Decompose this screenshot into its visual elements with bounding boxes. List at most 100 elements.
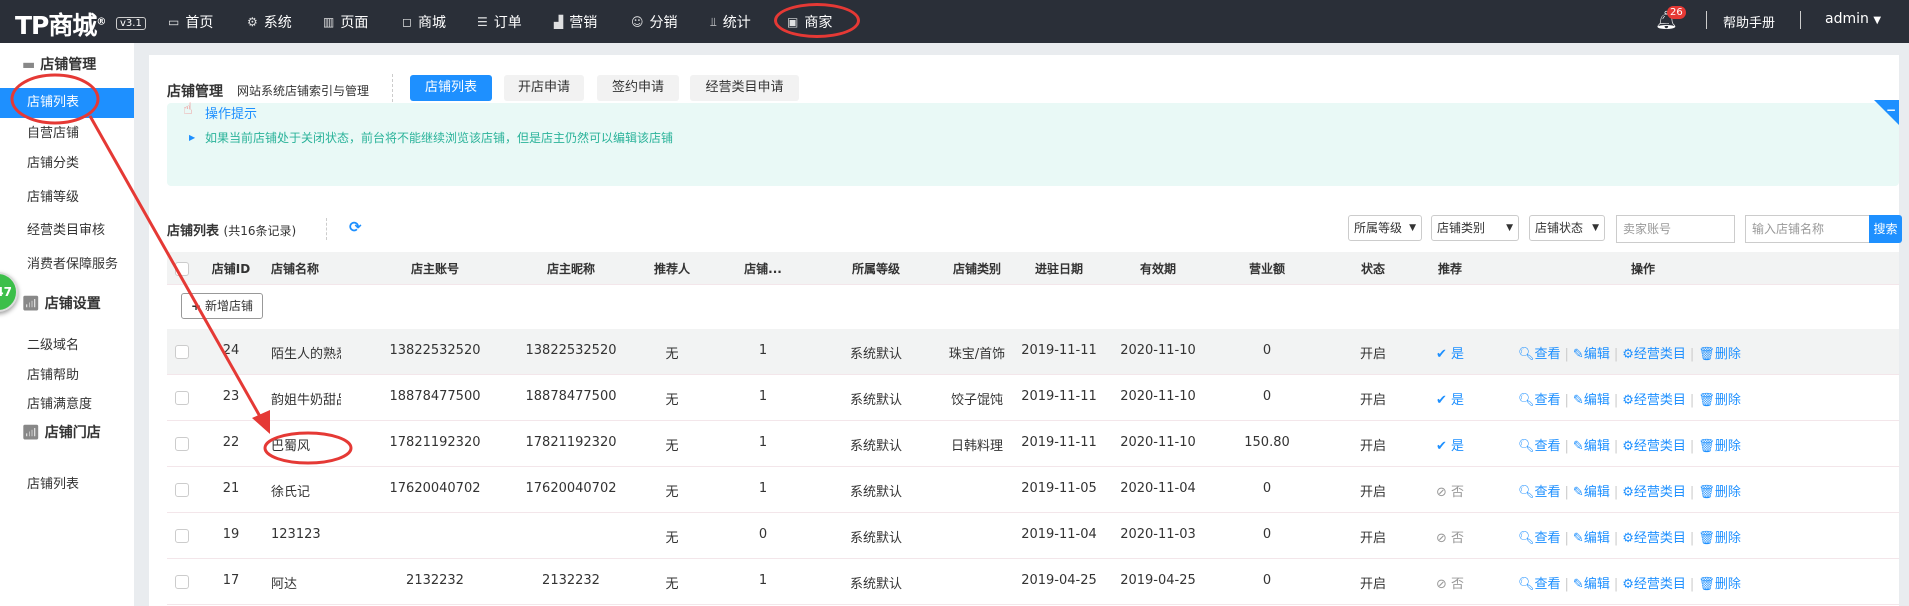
action-search[interactable]: 🔍︎查看	[1518, 393, 1561, 408]
tab-2[interactable]: 签约申请	[597, 75, 679, 101]
cell-有效期: 2020-11-03	[1120, 527, 1196, 542]
table-row[interactable]: 24 陌生人的熟悉... 13822532520 13822532520 无 1 系统默认 珠…	[167, 329, 1899, 375]
row-checkbox[interactable]	[175, 391, 189, 405]
column-header[interactable]: 推荐人	[637, 260, 707, 277]
logo[interactable]: TP商城®	[15, 6, 106, 42]
table-row[interactable]: 23 韵姐牛奶甜品... 18878477500 18878477500 无 1 系统默认 饺…	[167, 375, 1899, 421]
sidebar-item[interactable]: 经营类目审核	[0, 216, 134, 246]
sidebar-item[interactable]: 店铺等级	[0, 183, 134, 213]
ban-icon: ⊘	[1435, 577, 1451, 592]
nav-6[interactable]: ☺ 分销	[631, 12, 678, 32]
tab-1[interactable]: 开店申请	[504, 75, 584, 101]
sidebar-item[interactable]: 店铺帮助	[0, 361, 134, 391]
row-checkbox[interactable]	[175, 483, 189, 497]
action-trash[interactable]: 🗑︎删除	[1698, 485, 1741, 500]
recommend-toggle[interactable]: ✔ 是	[1420, 389, 1480, 408]
recommend-toggle[interactable]: ⊘ 否	[1420, 573, 1480, 592]
action-edit[interactable]: ✎编辑	[1573, 347, 1610, 362]
action-trash[interactable]: 🗑︎删除	[1698, 577, 1741, 592]
action-search[interactable]: 🔍︎查看	[1518, 531, 1561, 546]
recommend-toggle[interactable]: ✔ 是	[1420, 435, 1480, 454]
action-trash[interactable]: 🗑︎删除	[1698, 393, 1741, 408]
nav-7[interactable]: ⫫ 统计	[710, 12, 751, 32]
help-link[interactable]: 帮助手册	[1723, 12, 1775, 31]
list-icon: ☰	[477, 15, 488, 29]
refresh-icon[interactable]: ⟳	[349, 218, 362, 236]
sidebar-item[interactable]: 消费者保障服务	[0, 250, 134, 280]
search-button[interactable]: 搜索	[1869, 215, 1902, 243]
action-edit[interactable]: ✎编辑	[1573, 531, 1610, 546]
action-gear[interactable]: ⚙经营类目	[1622, 577, 1686, 592]
column-header[interactable]: 推荐	[1420, 260, 1480, 277]
action-gear[interactable]: ⚙经营类目	[1622, 439, 1686, 454]
action-search[interactable]: 🔍︎查看	[1518, 439, 1561, 454]
column-header[interactable]: 状态	[1335, 260, 1411, 277]
nav-5[interactable]: ▟ 营销	[554, 12, 597, 32]
store-name-input[interactable]: 输入店铺名称	[1745, 215, 1870, 243]
sidebar-item[interactable]: 店铺列表	[0, 470, 134, 500]
table-row[interactable]: 17 阿达 2132232 2132232 无 1 系统默认 2019-04-25 2019-0…	[167, 559, 1899, 605]
user-menu[interactable]: admin ▼	[1825, 11, 1881, 27]
column-header[interactable]: 店铺...	[733, 260, 793, 277]
cell-店铺类别: 日韩料理	[950, 439, 1003, 454]
add-store-button[interactable]: + 新增店铺	[181, 293, 263, 319]
nav-1[interactable]: ⚙ 系统	[247, 12, 292, 32]
sidebar-item[interactable]: 店铺满意度	[0, 390, 134, 420]
row-checkbox[interactable]	[175, 437, 189, 451]
column-header[interactable]: 所属等级	[826, 260, 926, 277]
action-search[interactable]: 🔍︎查看	[1518, 577, 1561, 592]
status-select[interactable]: 店铺状态 ▼	[1529, 215, 1605, 241]
row-checkbox[interactable]	[175, 575, 189, 589]
action-gear[interactable]: ⚙经营类目	[1622, 531, 1686, 546]
nav-4[interactable]: ☰ 订单	[477, 12, 522, 32]
table-row[interactable]: 21 徐氏记 17620040702 17620040702 无 1 系统默认 2019-11…	[167, 467, 1899, 513]
column-header[interactable]: 店铺名称	[271, 260, 341, 277]
column-header[interactable]: 营业额	[1227, 260, 1307, 277]
column-header[interactable]: 有效期	[1115, 260, 1201, 277]
top-bar: TP商城® v3.1 🔔︎ 26 帮助手册 admin ▼ ▭ 首页 ⚙ 系统 ▥ 页面 ◻…	[0, 0, 1909, 43]
select-all-checkbox[interactable]	[175, 262, 189, 276]
action-edit[interactable]: ✎编辑	[1573, 393, 1610, 408]
version-badge: v3.1	[116, 17, 146, 30]
recommend-toggle[interactable]: ✔ 是	[1420, 343, 1480, 362]
sidebar-item[interactable]: 店铺分类	[0, 149, 134, 179]
tab-0[interactable]: 店铺列表	[410, 75, 492, 101]
nav-8[interactable]: ▣ 商家	[787, 12, 832, 32]
tab-3[interactable]: 经营类目申请	[690, 75, 799, 101]
action-trash[interactable]: 🗑︎删除	[1698, 347, 1741, 362]
table-row[interactable]: 19 123123 无 0 系统默认 2019-11-04 2020-11-03 0 开启 ⊘ 否…	[167, 513, 1899, 559]
action-edit[interactable]: ✎编辑	[1573, 439, 1610, 454]
recommend-toggle[interactable]: ⊘ 否	[1420, 481, 1480, 500]
level-select[interactable]: 所属等级 ▼	[1348, 215, 1422, 241]
action-search[interactable]: 🔍︎查看	[1518, 485, 1561, 500]
sidebar-item[interactable]: 店铺列表	[0, 88, 134, 118]
recommend-toggle[interactable]: ⊘ 否	[1420, 527, 1480, 546]
nav-0[interactable]: ▭ 首页	[168, 12, 213, 32]
action-trash[interactable]: 🗑︎删除	[1698, 439, 1741, 454]
sidebar-item[interactable]: 二级域名	[0, 331, 134, 361]
table-row[interactable]: 22 巴蜀风 17821192320 17821192320 无 1 系统默认 日韩料理 201…	[167, 421, 1899, 467]
cell-所属等级: 系统默认	[849, 393, 902, 408]
sidebar-item[interactable]: 自营店铺	[0, 119, 134, 149]
action-edit[interactable]: ✎编辑	[1573, 577, 1610, 592]
column-header[interactable]: 店铺ID	[207, 260, 255, 277]
action-trash[interactable]: 🗑︎删除	[1698, 531, 1741, 546]
action-gear[interactable]: ⚙经营类目	[1622, 347, 1686, 362]
action-gear[interactable]: ⚙经营类目	[1622, 393, 1686, 408]
cell-有效期: 2020-11-04	[1120, 481, 1196, 496]
row-checkbox[interactable]	[175, 345, 189, 359]
search-icon: 🔍︎	[1518, 531, 1535, 546]
seller-account-input[interactable]: 卖家账号	[1616, 215, 1735, 243]
nav-3[interactable]: ◻ 商城	[402, 12, 446, 32]
column-header[interactable]: 操作	[1518, 260, 1768, 277]
column-header[interactable]: 进驻日期	[1019, 260, 1099, 277]
row-checkbox[interactable]	[175, 529, 189, 543]
action-search[interactable]: 🔍︎查看	[1518, 347, 1561, 362]
nav-2[interactable]: ▥ 页面	[323, 12, 368, 32]
column-header[interactable]: 店主昵称	[521, 260, 621, 277]
column-header[interactable]: 店铺类别	[937, 260, 1017, 277]
column-header[interactable]: 店主账号	[385, 260, 485, 277]
category-select[interactable]: 店铺类别 ▼	[1431, 215, 1519, 241]
action-gear[interactable]: ⚙经营类目	[1622, 485, 1686, 500]
action-edit[interactable]: ✎编辑	[1573, 485, 1610, 500]
